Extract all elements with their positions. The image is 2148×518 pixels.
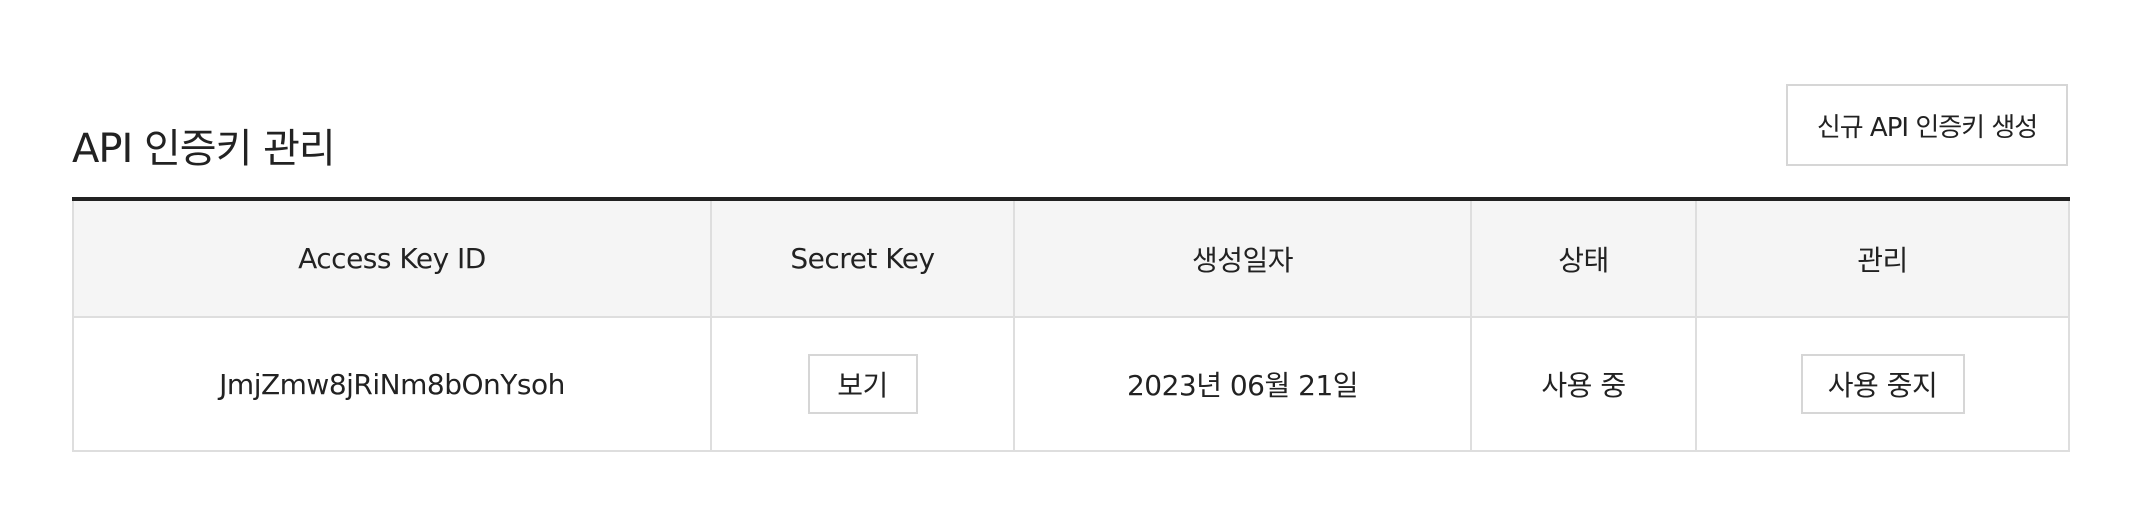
- view-secret-key-button[interactable]: 보기: [807, 354, 918, 414]
- header-created-date: 생성일자: [1015, 201, 1472, 318]
- stop-usage-button[interactable]: 사용 중지: [1800, 354, 1965, 414]
- header-status: 상태: [1472, 201, 1697, 318]
- api-key-table: Access Key ID Secret Key 생성일자 상태 관리 JmjZ…: [72, 197, 2070, 452]
- secret-key-cell: 보기: [712, 318, 1015, 452]
- status-cell: 사용 중: [1472, 318, 1697, 452]
- table-header: Access Key ID Secret Key 생성일자 상태 관리: [72, 201, 2070, 318]
- created-date-cell: 2023년 06월 21일: [1015, 318, 1472, 452]
- header-manage: 관리: [1697, 201, 2070, 318]
- create-api-key-button[interactable]: 신규 API 인증키 생성: [1786, 84, 2068, 166]
- page-title: API 인증키 관리: [72, 125, 336, 172]
- manage-cell: 사용 중지: [1697, 318, 2070, 452]
- access-key-id-cell: JmjZmw8jRiNm8bOnYsoh: [72, 318, 712, 452]
- header-secret-key: Secret Key: [712, 201, 1015, 318]
- table-row: JmjZmw8jRiNm8bOnYsoh 보기 2023년 06월 21일 사용…: [72, 318, 2070, 452]
- header-access-key-id: Access Key ID: [72, 201, 712, 318]
